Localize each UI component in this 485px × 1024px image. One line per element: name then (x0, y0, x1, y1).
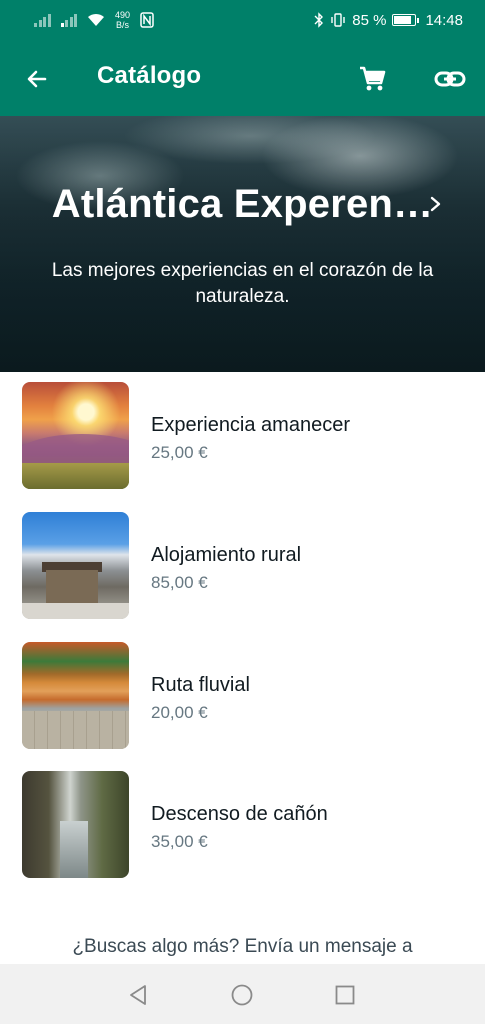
nfc-icon (140, 12, 154, 28)
product-price: 35,00 € (151, 832, 208, 851)
product-item[interactable]: Alojamiento rural 85,00 € (0, 502, 485, 619)
battery-percent: 85 % (352, 11, 387, 29)
wifi-icon (88, 13, 104, 26)
product-item[interactable]: Descenso de cañón 35,00 € (0, 761, 485, 878)
system-nav-bar (0, 964, 485, 1024)
product-image (22, 642, 129, 749)
network-speed-unit: B/s (116, 20, 130, 30)
contact-prompt[interactable]: ¿Buscas algo más? Envía un mensaje a (0, 936, 485, 958)
catalog-hero: Atlántica Experen… Las mejores experienc… (0, 116, 485, 372)
back-arrow-icon (27, 70, 47, 88)
clock: 14:48 (425, 11, 463, 29)
hero-title-row: Atlántica Experen… (0, 182, 485, 227)
battery-icon (392, 14, 420, 26)
product-image (22, 512, 129, 619)
share-link-button[interactable] (432, 63, 468, 95)
status-bar: 490 B/s 85 % 14:48 (0, 0, 485, 40)
product-item[interactable]: Ruta fluvial 20,00 € (0, 632, 485, 749)
cart-button[interactable] (356, 63, 388, 95)
product-price: 85,00 € (151, 573, 208, 592)
product-image (22, 382, 129, 489)
network-speed-value: 490 (115, 10, 131, 20)
signal-icon (60, 13, 77, 27)
product-image (22, 771, 129, 878)
cart-icon (360, 66, 386, 91)
app-bar: Catálogo (0, 40, 485, 116)
product-name: Ruta fluvial (151, 674, 250, 696)
nav-home-icon[interactable] (231, 984, 253, 1006)
signal-icon (34, 13, 51, 27)
product-name: Descenso de cañón (151, 803, 328, 825)
product-price: 25,00 € (151, 443, 208, 462)
link-icon (434, 71, 466, 87)
nav-back-icon[interactable] (128, 984, 148, 1006)
back-button[interactable] (22, 64, 52, 94)
status-left: 490 B/s (34, 10, 154, 30)
chevron-right-icon[interactable] (428, 194, 444, 214)
nav-recent-icon[interactable] (335, 985, 355, 1005)
network-speed: 490 B/s (115, 10, 130, 30)
product-name: Experiencia amanecer (151, 414, 350, 436)
product-item[interactable]: Experiencia amanecer 25,00 € (0, 372, 485, 489)
page-title: Catálogo (97, 62, 202, 89)
business-description: Las mejores experiencias en el corazón d… (51, 260, 434, 307)
product-price: 20,00 € (151, 703, 208, 722)
product-name: Alojamiento rural (151, 544, 302, 566)
bluetooth-icon (314, 12, 324, 28)
business-name[interactable]: Atlántica Experen… (52, 182, 434, 227)
status-right: 85 % 14:48 (314, 12, 463, 29)
vibrate-icon (331, 13, 345, 27)
